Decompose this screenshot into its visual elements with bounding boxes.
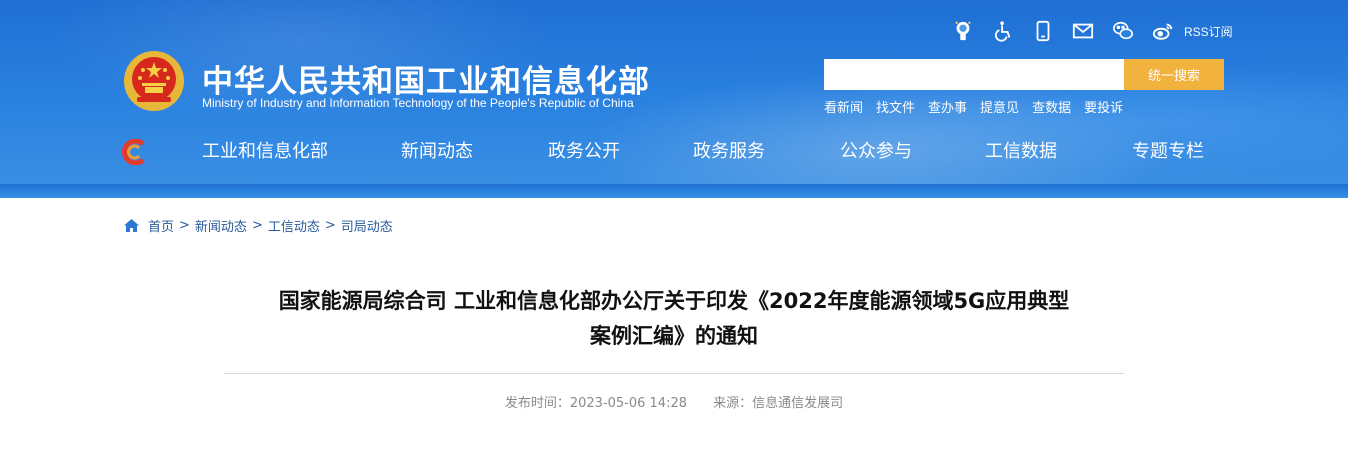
breadcrumb: 首页 > 新闻动态 > 工信动态 > 司局动态 xyxy=(123,216,393,235)
quick-link-news[interactable]: 看新闻 xyxy=(824,97,863,116)
nav-item-gov-affairs-open[interactable]: 政务公开 xyxy=(548,137,620,163)
search-box: 统一搜索 xyxy=(824,59,1224,90)
home-icon[interactable] xyxy=(123,218,140,233)
breadcrumb-home[interactable]: 首页 xyxy=(148,216,174,235)
publish-time: 发布时间：2023-05-06 14:28 xyxy=(504,396,687,411)
national-emblem-icon xyxy=(124,51,184,111)
title-divider xyxy=(224,373,1124,374)
nav-item-data[interactable]: 工信数据 xyxy=(985,137,1057,163)
ai-assistant-icon[interactable] xyxy=(950,18,976,44)
breadcrumb-separator: > xyxy=(324,217,336,233)
quick-link-feedback[interactable]: 提意见 xyxy=(980,97,1019,116)
nav-item-ministry[interactable]: 工业和信息化部 xyxy=(202,137,328,163)
accessibility-icon[interactable] xyxy=(990,18,1016,44)
quick-link-services[interactable]: 查办事 xyxy=(928,97,967,116)
article-source: 来源：信息通信发展司 xyxy=(713,396,844,411)
rss-link[interactable]: RSS订阅 xyxy=(1184,23,1233,40)
search-button[interactable]: 统一搜索 xyxy=(1124,59,1224,90)
quick-link-complaint[interactable]: 要投诉 xyxy=(1084,97,1123,116)
breadcrumb-industry-news[interactable]: 工信动态 xyxy=(268,216,320,235)
weibo-icon[interactable] xyxy=(1150,18,1176,44)
nav-item-topics[interactable]: 专题专栏 xyxy=(1132,137,1204,163)
top-toolbar: RSS订阅 xyxy=(950,17,1233,45)
article-meta: 发布时间：2023-05-06 14:28 来源：信息通信发展司 xyxy=(224,392,1124,411)
site-title: 中华人民共和国工业和信息化部 xyxy=(202,64,650,100)
article-title-line-2: 案例汇编》的通知 xyxy=(590,324,758,348)
site-subtitle: Ministry of Industry and Information Tec… xyxy=(202,96,634,110)
breadcrumb-news[interactable]: 新闻动态 xyxy=(195,216,247,235)
main-nav: 工业和信息化部 新闻动态 政务公开 政务服务 公众参与 工信数据 专题专栏 xyxy=(0,137,1348,167)
quick-links: 看新闻 找文件 查办事 提意见 查数据 要投诉 xyxy=(824,97,1136,116)
breadcrumb-separator: > xyxy=(251,217,263,233)
article-title-line-1: 国家能源局综合司 工业和信息化部办公厅关于印发《2022年度能源领域5G应用典型 xyxy=(278,289,1070,313)
quick-link-data[interactable]: 查数据 xyxy=(1032,97,1071,116)
article-title: 国家能源局综合司 工业和信息化部办公厅关于印发《2022年度能源领域5G应用典型… xyxy=(224,284,1124,354)
site-header: 中华人民共和国工业和信息化部 Ministry of Industry and … xyxy=(0,0,1348,186)
quick-link-files[interactable]: 找文件 xyxy=(876,97,915,116)
nav-item-news[interactable]: 新闻动态 xyxy=(401,137,473,163)
mail-icon[interactable] xyxy=(1070,18,1096,44)
breadcrumb-bureau-news[interactable]: 司局动态 xyxy=(341,216,393,235)
nav-item-public-participation[interactable]: 公众参与 xyxy=(840,137,912,163)
search-input[interactable] xyxy=(824,59,1124,90)
breadcrumb-separator: > xyxy=(179,217,190,233)
mobile-icon[interactable] xyxy=(1030,18,1056,44)
nav-item-gov-services[interactable]: 政务服务 xyxy=(693,137,765,163)
wechat-icon[interactable] xyxy=(1110,18,1136,44)
